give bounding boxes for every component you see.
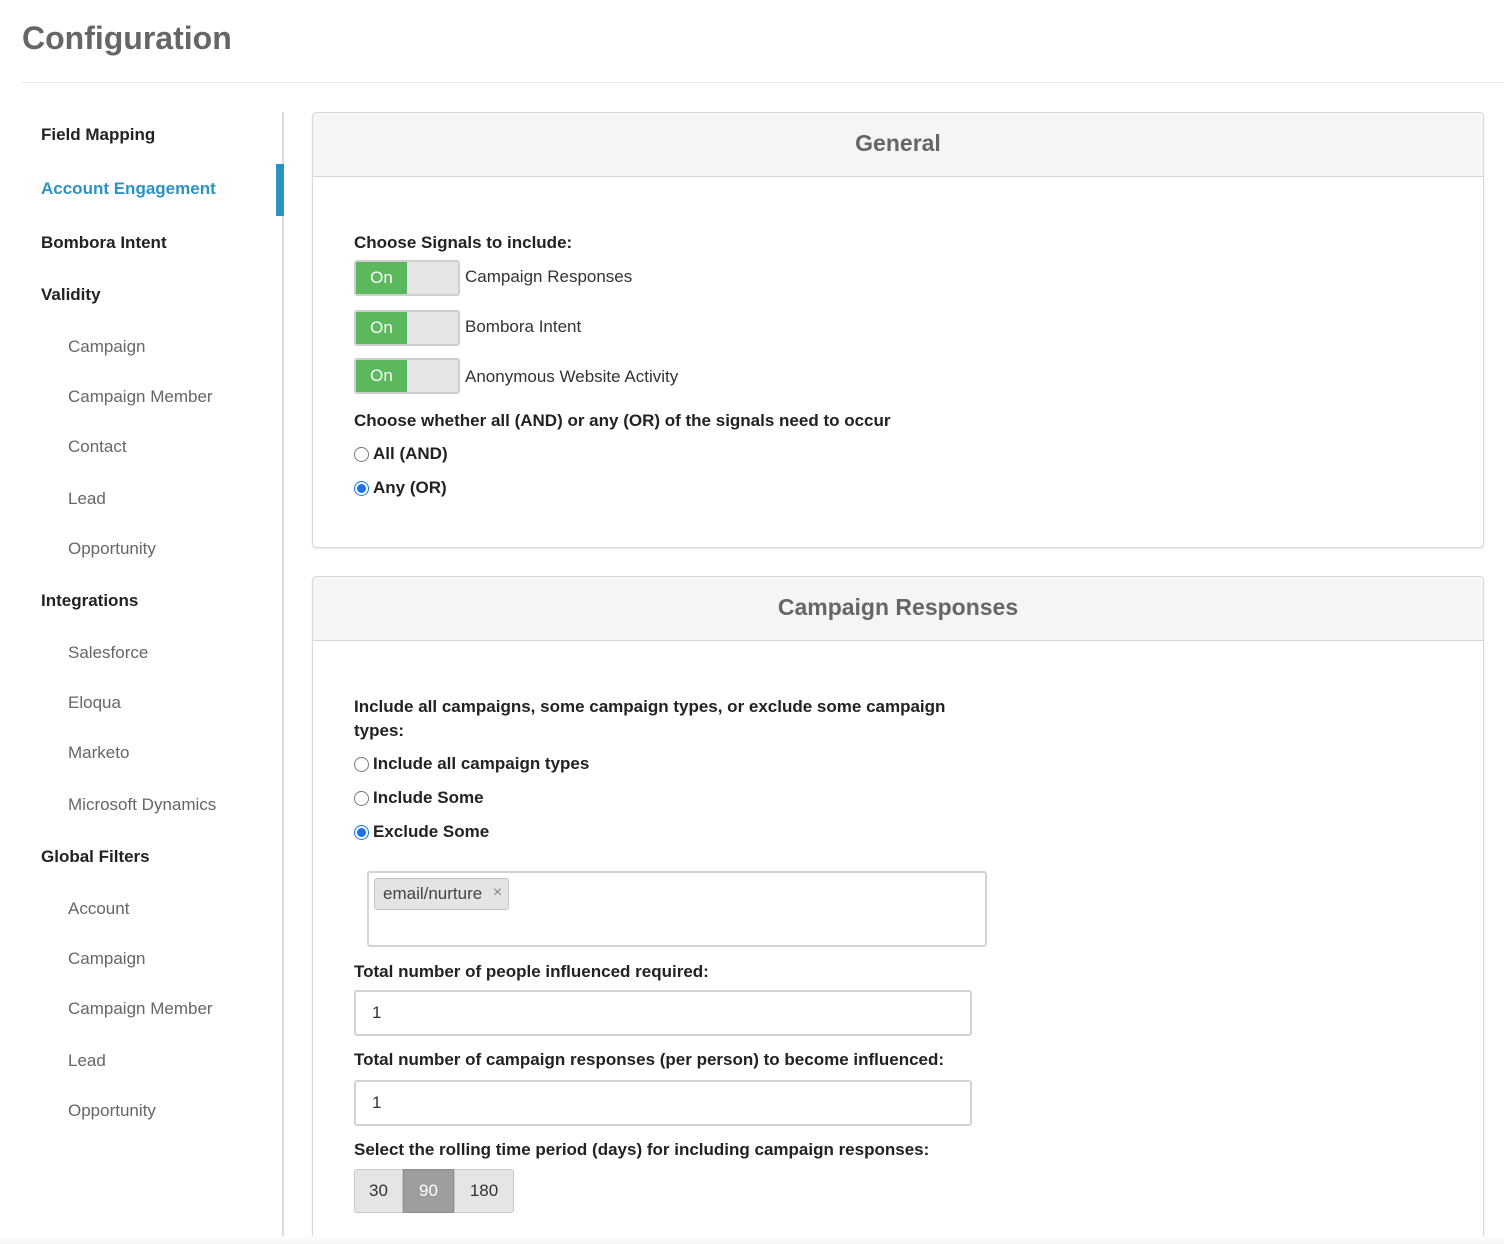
- radio-label: Include all campaign types: [373, 754, 590, 773]
- radio-circle-checked[interactable]: [354, 480, 369, 496]
- sidebar-item-filter-campaign-member[interactable]: Campaign Member: [68, 999, 213, 1019]
- radio-any-or[interactable]: Any (OR): [354, 478, 447, 498]
- sidebar-item-filter-opportunity[interactable]: Opportunity: [68, 1101, 156, 1121]
- sidebar-item-filter-lead[interactable]: Lead: [68, 1051, 106, 1071]
- sidebar-section-global-filters: Global Filters: [41, 847, 150, 866]
- radio-label: Any (OR): [373, 478, 447, 497]
- responses-per-person-label: Total number of campaign responses (per …: [354, 1050, 945, 1069]
- sidebar-item-validity-lead[interactable]: Lead: [68, 489, 106, 509]
- sidebar-item-account-engagement[interactable]: Account Engagement: [41, 179, 216, 199]
- toggle-on-state: On: [356, 360, 407, 392]
- sidebar-item-eloqua[interactable]: Eloqua: [68, 693, 121, 713]
- toggle-on-state: On: [356, 312, 407, 344]
- toggle-bombora-intent[interactable]: On: [354, 310, 460, 346]
- general-panel-title: General: [313, 113, 1483, 177]
- sidebar-item-validity-contact[interactable]: Contact: [68, 437, 127, 457]
- toggle-label-campaign-responses: Campaign Responses: [465, 267, 633, 286]
- sidebar-item-validity-campaign[interactable]: Campaign: [68, 337, 146, 357]
- sidebar-item-validity-campaign-member[interactable]: Campaign Member: [68, 387, 213, 407]
- signals-label: Choose Signals to include:: [354, 233, 573, 252]
- responses-per-person-input[interactable]: [354, 1080, 972, 1126]
- toggle-anonymous-website-activity[interactable]: On: [354, 358, 460, 394]
- sidebar-item-microsoft-dynamics[interactable]: Microsoft Dynamics: [68, 795, 216, 815]
- tag-chip: email/nurture ×: [374, 878, 510, 910]
- sidebar-section-integrations: Integrations: [41, 591, 139, 610]
- radio-all-and[interactable]: All (AND): [354, 444, 448, 464]
- tag-remove-icon[interactable]: ×: [493, 878, 502, 908]
- sidebar-item-validity-opportunity[interactable]: Opportunity: [68, 539, 156, 559]
- logic-label: Choose whether all (AND) or any (OR) of …: [354, 411, 891, 430]
- radio-include-some[interactable]: Include Some: [354, 788, 484, 808]
- sidebar-item-filter-account[interactable]: Account: [68, 899, 129, 919]
- bottom-edge-shadow: [0, 1236, 1504, 1244]
- campaign-responses-panel: Campaign Responses Include all campaigns…: [312, 576, 1484, 1244]
- radio-circle[interactable]: [354, 756, 369, 772]
- period-90-button[interactable]: 90: [403, 1169, 454, 1213]
- radio-label: Exclude Some: [373, 822, 490, 841]
- excluded-types-tag-input[interactable]: email/nurture ×: [367, 871, 987, 947]
- radio-circle[interactable]: [354, 446, 369, 462]
- radio-label: All (AND): [373, 444, 448, 463]
- rolling-period-label: Select the rolling time period (days) fo…: [354, 1140, 930, 1159]
- rolling-period-selector: 30 90 180: [354, 1169, 514, 1213]
- toggle-label-anonymous-website-activity: Anonymous Website Activity: [465, 367, 679, 386]
- sidebar-item-field-mapping[interactable]: Field Mapping: [41, 125, 155, 145]
- period-30-button[interactable]: 30: [354, 1169, 403, 1213]
- radio-include-all[interactable]: Include all campaign types: [354, 754, 589, 774]
- sidebar-item-salesforce[interactable]: Salesforce: [68, 643, 148, 663]
- radio-circle-checked[interactable]: [354, 824, 369, 840]
- header-divider: [22, 82, 1504, 83]
- toggle-campaign-responses[interactable]: On: [354, 260, 460, 296]
- sidebar-item-bombora-intent[interactable]: Bombora Intent: [41, 233, 167, 253]
- people-influenced-input[interactable]: [354, 990, 972, 1036]
- include-label: Include all campaigns, some campaign typ…: [354, 697, 946, 740]
- radio-exclude-some[interactable]: Exclude Some: [354, 822, 489, 842]
- sidebar-item-marketo[interactable]: Marketo: [68, 743, 129, 763]
- sidebar: Field Mapping Account Engagement Bombora…: [0, 112, 284, 1244]
- toggle-label-bombora-intent: Bombora Intent: [465, 317, 582, 336]
- general-panel: General Choose Signals to include: On Ca…: [312, 112, 1484, 548]
- campaign-responses-panel-title: Campaign Responses: [313, 577, 1483, 641]
- period-180-button[interactable]: 180: [454, 1169, 514, 1213]
- tag-label: email/nurture: [383, 884, 483, 903]
- page-title: Configuration: [22, 20, 232, 56]
- sidebar-active-indicator: [276, 164, 284, 216]
- sidebar-section-validity: Validity: [41, 285, 101, 304]
- radio-circle[interactable]: [354, 790, 369, 806]
- toggle-on-state: On: [356, 262, 407, 294]
- sidebar-item-filter-campaign[interactable]: Campaign: [68, 949, 146, 969]
- people-influenced-label: Total number of people influenced requir…: [354, 962, 709, 981]
- radio-label: Include Some: [373, 788, 484, 807]
